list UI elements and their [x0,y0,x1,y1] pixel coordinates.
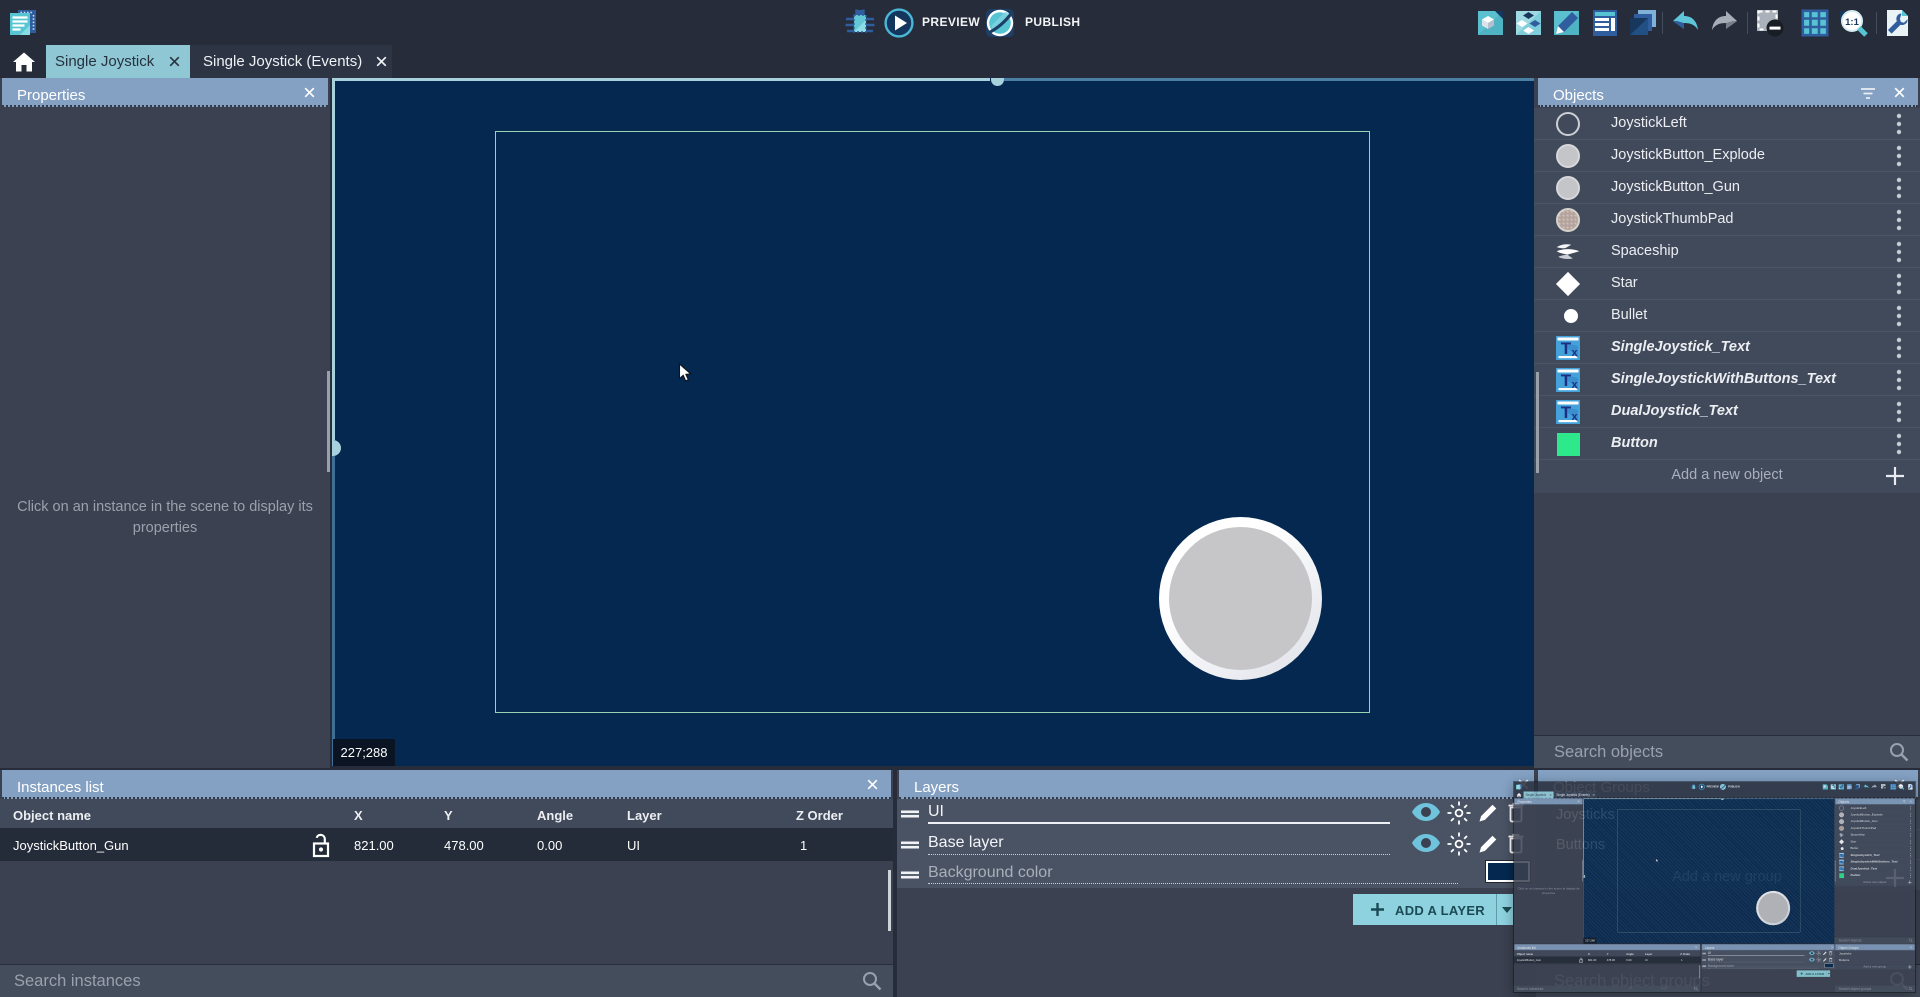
svg-text:1:1: 1:1 [1845,17,1859,28]
svg-text:x: x [1571,347,1578,359]
svg-text:x: x [1571,411,1578,423]
svg-text:T: T [1561,371,1572,390]
svg-text:T: T [1561,339,1572,358]
svg-text:x: x [1571,379,1578,391]
svg-text:T: T [1561,403,1572,422]
